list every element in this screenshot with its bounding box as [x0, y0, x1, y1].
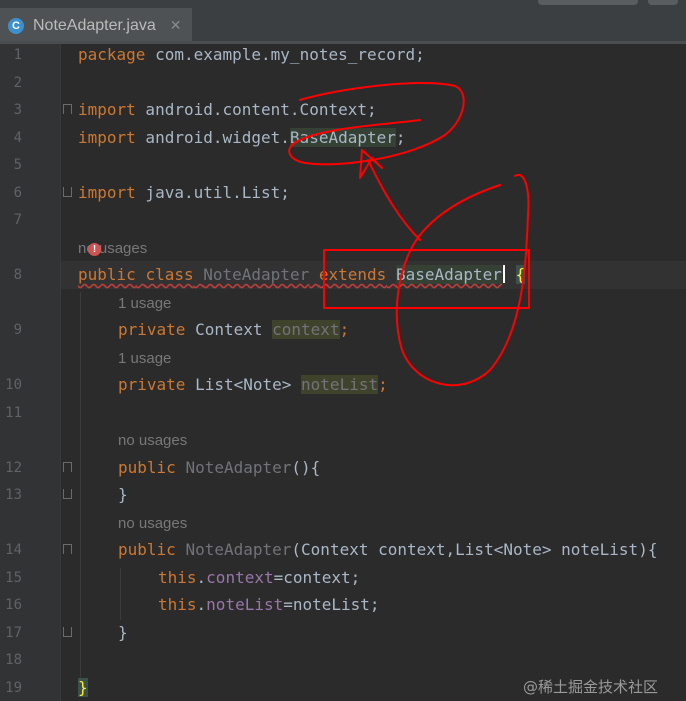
code-line-19[interactable]: }	[78, 678, 88, 698]
tab-title: NoteAdapter.java	[33, 17, 156, 34]
line-number: 7	[13, 212, 22, 228]
code-line-10[interactable]: private List<Note> noteList;	[118, 375, 388, 395]
line-number: 6	[13, 185, 22, 201]
tab-noteadapter-java[interactable]: C NoteAdapter.java ✕	[0, 8, 192, 44]
code-line-4[interactable]: import android.widget.BaseAdapter;	[78, 128, 406, 148]
gutter-separator	[60, 44, 61, 701]
indent-guide	[80, 292, 81, 682]
line-number: 8	[13, 267, 22, 283]
code-line-17[interactable]: }	[118, 623, 128, 643]
line-number: 15	[5, 570, 22, 586]
usages-hint[interactable]: 1 usage	[118, 294, 171, 314]
code-line-1[interactable]: package com.example.my_notes_record;	[78, 45, 425, 65]
fold-collapse-icon[interactable]	[63, 462, 72, 472]
indent-guide	[120, 568, 121, 620]
line-number: 19	[5, 680, 22, 696]
annotation-arrowhead	[359, 149, 383, 179]
usages-hint[interactable]: 1 usage	[118, 349, 171, 369]
code-line-8[interactable]: public class NoteAdapter extends BaseAda…	[78, 265, 526, 285]
toolbar-edge-2	[648, 0, 678, 5]
line-number: 11	[5, 405, 22, 421]
code-line-12[interactable]: public NoteAdapter(){	[118, 458, 320, 478]
fold-end-icon[interactable]	[63, 627, 72, 637]
code-line-3[interactable]: import android.content.Context;	[78, 100, 377, 120]
fold-end-icon[interactable]	[63, 489, 72, 499]
editor-tab-bar: C NoteAdapter.java ✕	[0, 0, 686, 44]
line-number: 12	[5, 460, 22, 476]
toolbar-edge	[538, 0, 638, 5]
line-number: 9	[13, 322, 22, 338]
fold-collapse-icon[interactable]	[63, 544, 72, 554]
watermark: @稀土掘金技术社区	[523, 678, 659, 696]
code-line-16[interactable]: this.noteList=noteList;	[158, 595, 380, 615]
annotation-circle-import	[288, 82, 465, 166]
line-number: 10	[5, 377, 22, 393]
tab-bar-divider	[0, 41, 686, 44]
line-number: 2	[13, 75, 22, 91]
code-line-6[interactable]: import java.util.List;	[78, 183, 290, 203]
code-line-15[interactable]: this.context=context;	[158, 568, 360, 588]
fold-end-icon[interactable]	[63, 187, 72, 197]
java-class-icon: C	[8, 18, 24, 34]
error-bulb-icon[interactable]: !	[88, 243, 101, 256]
line-number: 14	[5, 542, 22, 558]
line-number: 17	[5, 625, 22, 641]
code-line-13[interactable]: }	[118, 485, 128, 505]
line-number: 16	[5, 597, 22, 613]
line-number: 1	[13, 47, 22, 63]
annotation-arrow	[367, 159, 421, 241]
line-number: 5	[13, 157, 22, 173]
line-number: 13	[5, 487, 22, 503]
usages-hint[interactable]: no usages	[118, 514, 187, 534]
fold-collapse-icon[interactable]	[63, 104, 72, 114]
line-number: 18	[5, 652, 22, 668]
text-caret	[502, 265, 505, 283]
code-line-9[interactable]: private Context context;	[118, 320, 349, 340]
usages-hint[interactable]: no usages	[118, 431, 187, 451]
close-icon[interactable]: ✕	[170, 18, 182, 34]
line-number: 3	[13, 102, 22, 118]
line-number: 4	[13, 130, 22, 146]
code-line-14[interactable]: public NoteAdapter(Context context,List<…	[118, 540, 657, 560]
